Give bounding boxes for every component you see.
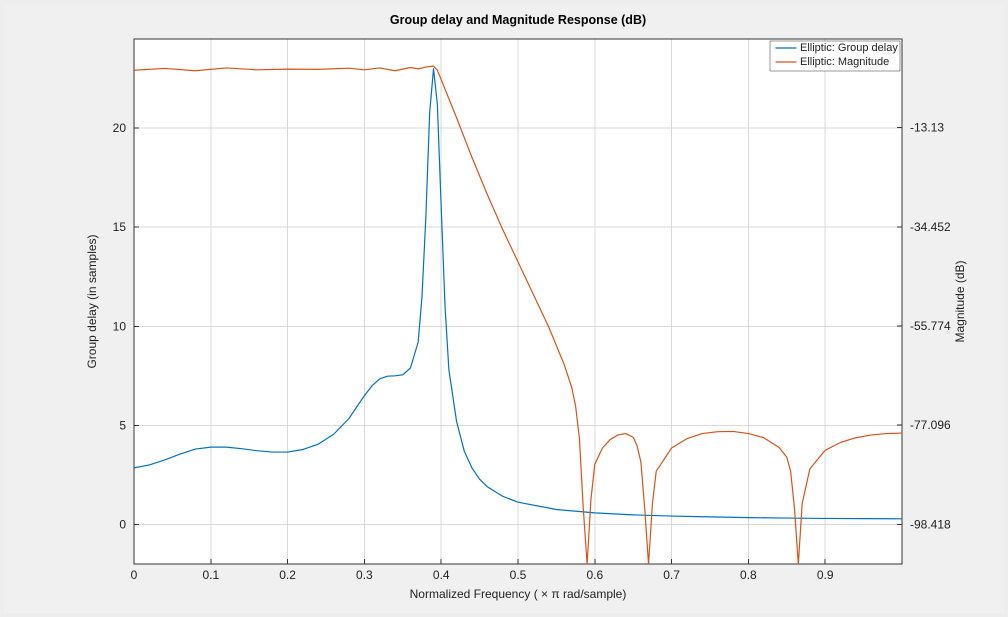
ytick-left-label: 15: [113, 220, 127, 234]
legend-label: Elliptic: Magnitude: [800, 56, 889, 68]
y-axis-left-label: Group delay (in samples): [85, 234, 99, 368]
xtick-label: 0.5: [510, 568, 527, 582]
x-axis-label: Normalized Frequency ( × π rad/sample): [410, 587, 627, 601]
chart-title: Group delay and Magnitude Response (dB): [390, 13, 646, 27]
ytick-right-label: -77.096: [910, 418, 951, 432]
xtick-label: 0.8: [740, 568, 757, 582]
xtick-label: 0.3: [356, 568, 373, 582]
ytick-left-label: 10: [113, 319, 127, 333]
xtick-label: 0.9: [817, 568, 834, 582]
y-axis-right-label: Magnitude (dB): [953, 260, 967, 342]
ytick-left-label: 0: [119, 517, 126, 531]
xtick-label: 0: [131, 568, 138, 582]
ytick-right-label: -34.452: [910, 220, 951, 234]
figure-window: 0 0.1 0.2 0.3 0.4 0.5 0.6 0.7 0.8 0.9 0 5 10 15 20 -98.…: [4, 4, 1004, 613]
ytick-left-label: 20: [113, 121, 127, 135]
xtick-label: 0.7: [663, 568, 680, 582]
chart-canvas: 0 0.1 0.2 0.3 0.4 0.5 0.6 0.7 0.8 0.9 0 5 10 15 20 -98.…: [4, 4, 1004, 613]
xtick-label: 0.2: [279, 568, 296, 582]
ytick-right-label: -13.13: [910, 121, 944, 135]
xtick-label: 0.1: [202, 568, 219, 582]
legend-label: Elliptic: Group delay: [800, 42, 898, 54]
ytick-right-label: -98.418: [910, 517, 951, 531]
xtick-label: 0.4: [433, 568, 450, 582]
xtick-label: 0.6: [586, 568, 603, 582]
ytick-left-label: 5: [119, 418, 126, 432]
ytick-right-label: -55.774: [910, 319, 951, 333]
